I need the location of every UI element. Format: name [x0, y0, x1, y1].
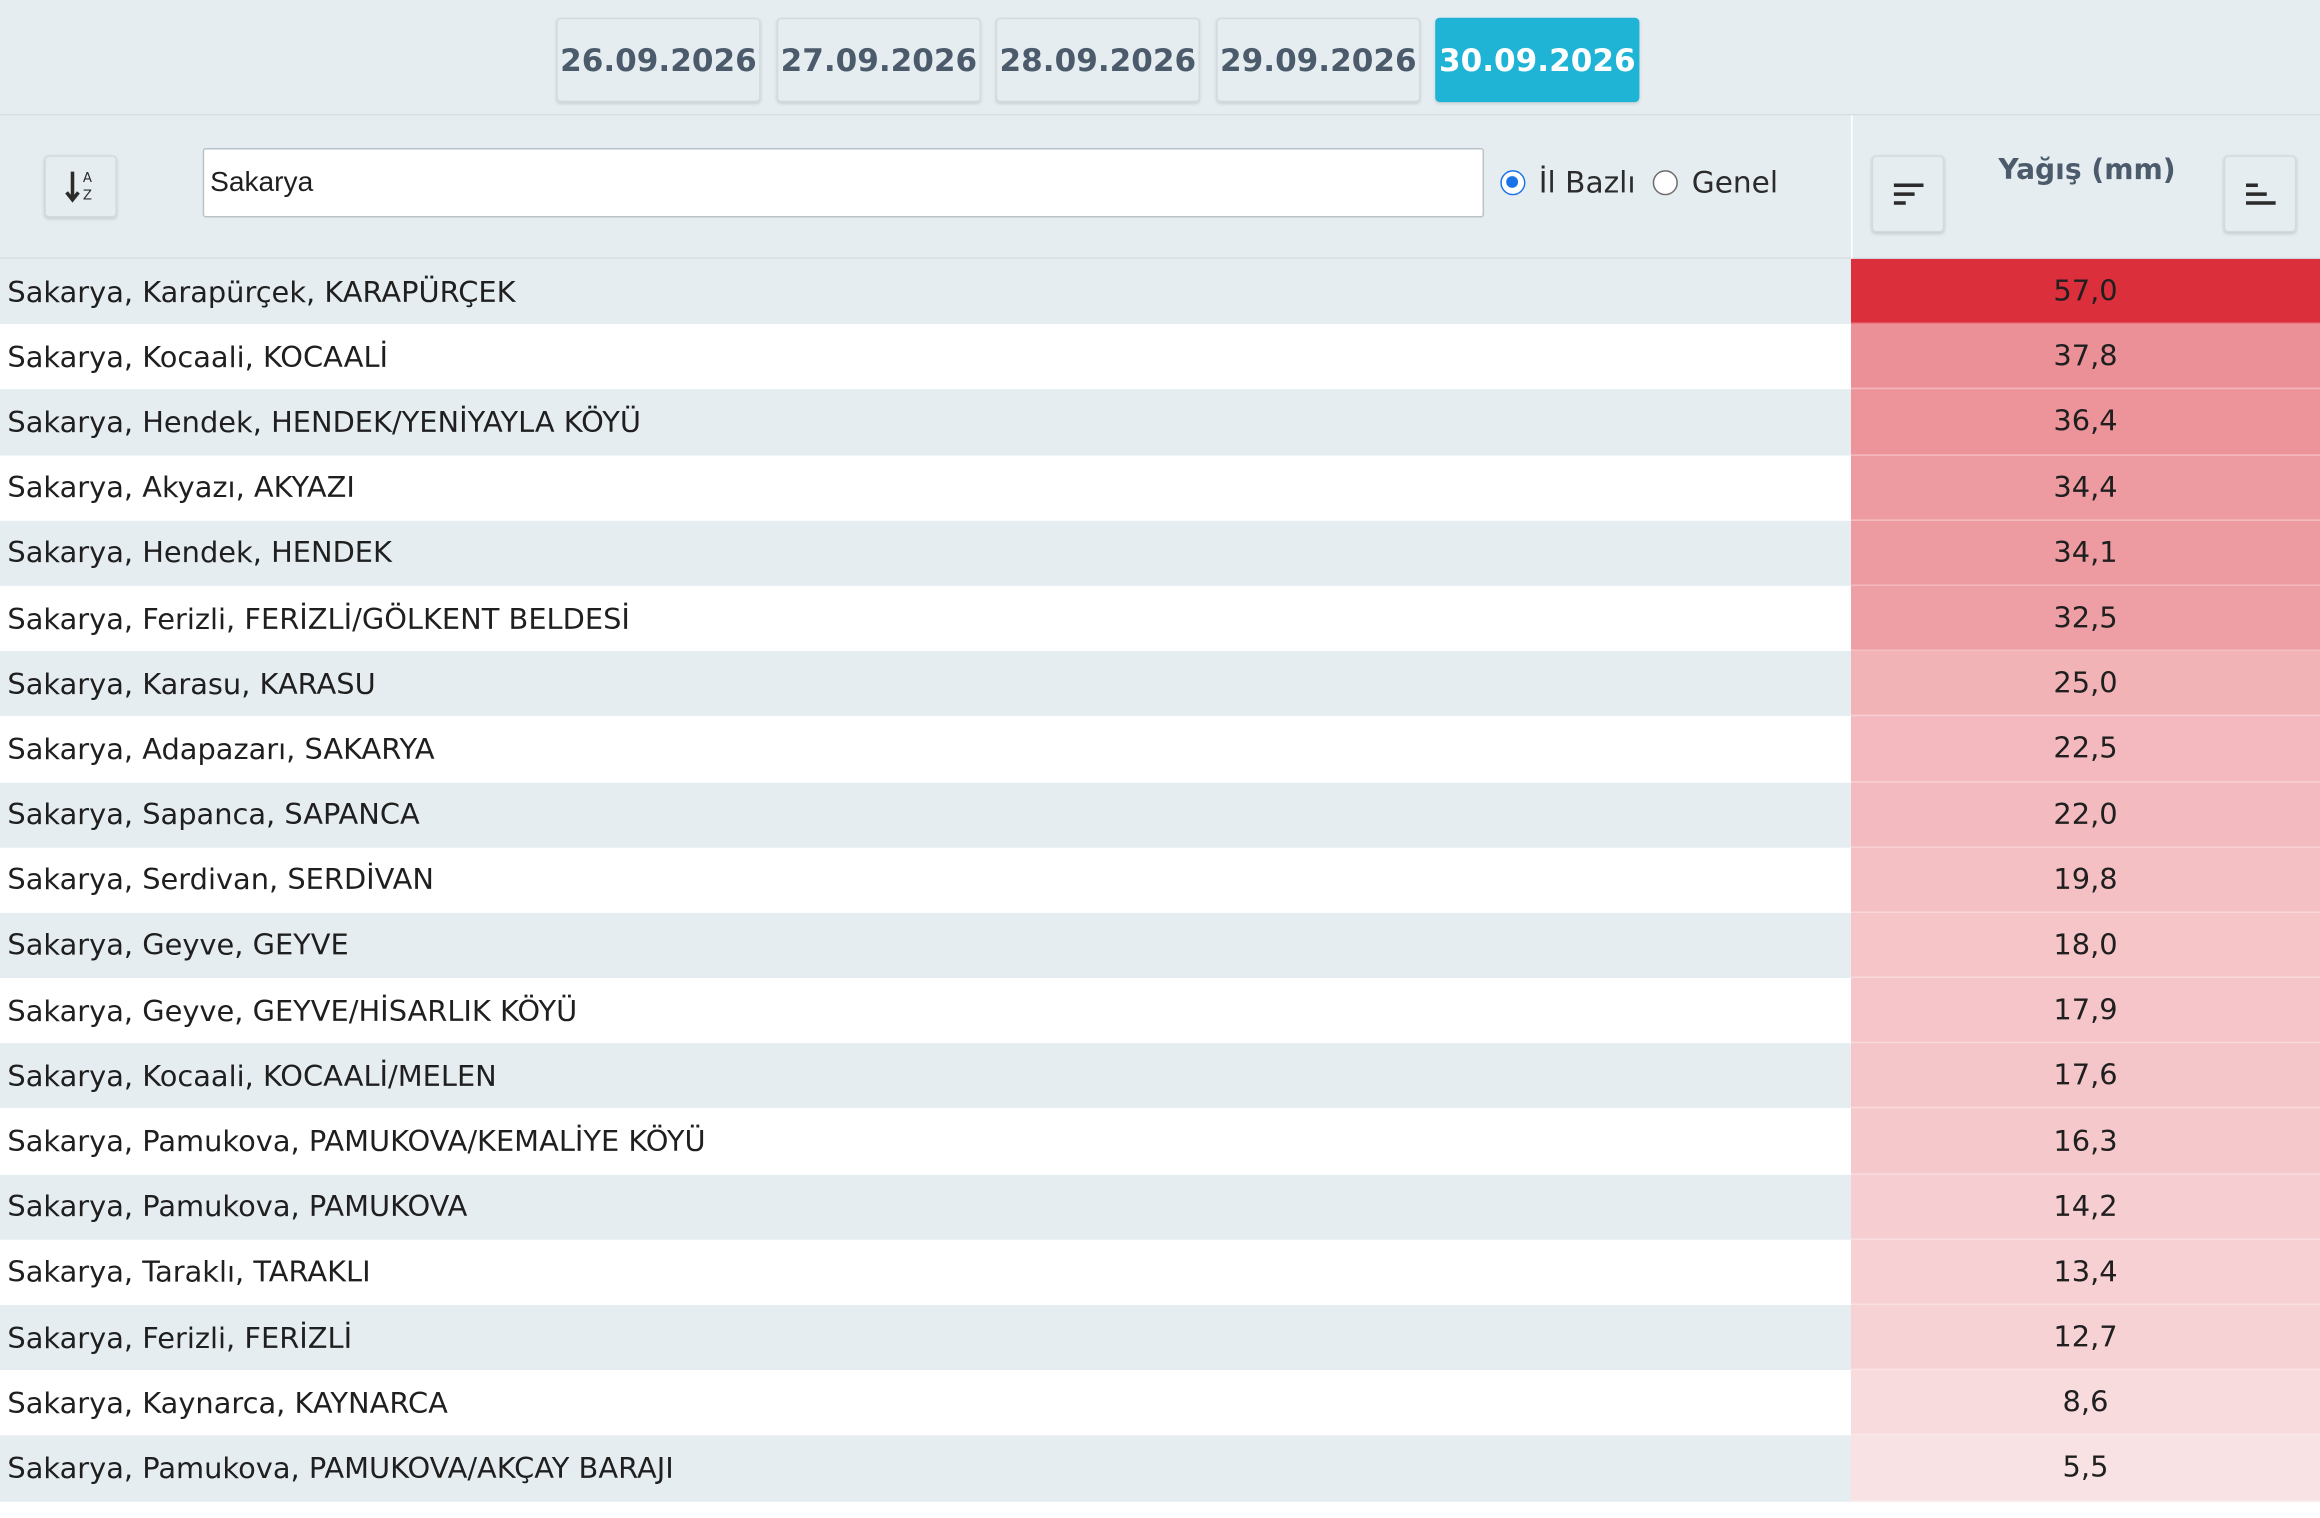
- rainfall-value-cell: 13,4: [1850, 1239, 2320, 1306]
- table-row[interactable]: Sakarya, Kaynarca, KAYNARCA 8,6: [0, 1370, 2320, 1436]
- sort-az-icon: A Z: [64, 171, 91, 204]
- rainfall-value-cell: 18,0: [1850, 912, 2320, 979]
- rainfall-value-cell: 22,0: [1850, 781, 2320, 848]
- rainfall-value-cell: 16,3: [1850, 1108, 2320, 1175]
- table-row[interactable]: Sakarya, Geyve, GEYVE 18,0: [0, 912, 2320, 979]
- radio-il-bazli-label[interactable]: İl Bazlı: [1539, 164, 1636, 200]
- station-name-cell: Sakarya, Pamukova, PAMUKOVA: [7, 1189, 468, 1224]
- svg-text:Z: Z: [82, 189, 91, 204]
- rainfall-value-cell: 25,0: [1850, 651, 2320, 717]
- station-name-cell: Sakarya, Karasu, KARASU: [7, 666, 376, 701]
- station-name-cell: Sakarya, Ferizli, FERİZLİ: [7, 1320, 353, 1355]
- rainfall-value-cell: 22,5: [1850, 716, 2320, 782]
- date-tab-2[interactable]: 27.09.2026: [776, 17, 981, 103]
- sort-ascending-button[interactable]: [2223, 155, 2297, 233]
- station-name-cell: Sakarya, Pamukova, PAMUKOVA/KEMALİYE KÖY…: [7, 1124, 706, 1159]
- scope-radio-group: İl Bazlı Genel: [1500, 160, 1796, 204]
- table-row[interactable]: Sakarya, Karasu, KARASU 25,0: [0, 651, 2320, 717]
- station-name-cell: Sakarya, Geyve, GEYVE: [7, 928, 349, 963]
- rainfall-value-cell: 12,7: [1850, 1305, 2320, 1371]
- station-name-cell: Sakarya, Akyazı, AKYAZI: [7, 470, 355, 505]
- table-row[interactable]: Sakarya, Pamukova, PAMUKOVA/AKÇAY BARAJI…: [0, 1435, 2320, 1502]
- rainfall-value-cell: 14,2: [1850, 1174, 2320, 1240]
- table-row[interactable]: Sakarya, Hendek, HENDEK 34,1: [0, 520, 2320, 586]
- date-tabs-bar: 26.09.2026 27.09.2026 28.09.2026 29.09.2…: [0, 0, 2320, 116]
- rainfall-value-cell: 8,6: [1850, 1370, 2320, 1436]
- rainfall-value-cell: 17,6: [1850, 1043, 2320, 1109]
- rainfall-value-cell: 57,0: [1850, 258, 2320, 325]
- table-row[interactable]: Sakarya, Pamukova, PAMUKOVA 14,2: [0, 1174, 2320, 1240]
- rainfall-value-cell: 17,9: [1850, 978, 2320, 1044]
- rainfall-value-cell: 5,5: [1850, 1435, 2320, 1502]
- station-name-cell: Sakarya, Geyve, GEYVE/HİSARLIK KÖYÜ: [7, 993, 578, 1028]
- rainfall-table: Sakarya, Karapürçek, KARAPÜRÇEK 57,0 Sakar…: [0, 258, 2320, 1502]
- table-row[interactable]: Sakarya, Pamukova, PAMUKOVA/KEMALİYE KÖY…: [0, 1108, 2320, 1175]
- station-name-cell: Sakarya, Taraklı, TARAKLI: [7, 1255, 371, 1290]
- radio-genel-label[interactable]: Genel: [1692, 164, 1778, 200]
- rainfall-value-cell: 32,5: [1850, 585, 2320, 652]
- rainfall-value-cell: 19,8: [1850, 847, 2320, 913]
- search-input[interactable]: [202, 147, 1485, 218]
- svg-text:A: A: [82, 171, 91, 186]
- station-name-cell: Sakarya, Hendek, HENDEK/YENİYAYLA KÖYÜ: [7, 405, 642, 440]
- table-row[interactable]: Sakarya, Akyazı, AKYAZI 34,4: [0, 455, 2320, 521]
- rainfall-value-cell: 34,1: [1850, 520, 2320, 586]
- value-column-header: Yağış (mm): [1850, 115, 2320, 259]
- table-row[interactable]: Sakarya, Karapürçek, KARAPÜRÇEK 57,0: [0, 258, 2320, 325]
- station-name-cell: Sakarya, Pamukova, PAMUKOVA/AKÇAY BARAJI: [7, 1451, 674, 1486]
- station-name-cell: Sakarya, Karapürçek, KARAPÜRÇEK: [7, 274, 516, 309]
- station-name-cell: Sakarya, Hendek, HENDEK: [7, 536, 392, 571]
- table-row[interactable]: Sakarya, Adapazarı, SAKARYA 22,5: [0, 716, 2320, 782]
- date-tab-4[interactable]: 29.09.2026: [1216, 17, 1421, 103]
- page: 26.09.2026 27.09.2026 28.09.2026 29.09.2…: [0, 0, 2320, 1503]
- sort-ascending-icon: [2245, 183, 2275, 205]
- station-name-cell: Sakarya, Kocaali, KOCAALİ: [7, 339, 389, 375]
- table-row[interactable]: Sakarya, Geyve, GEYVE/HİSARLIK KÖYÜ 17,9: [0, 978, 2320, 1044]
- rainfall-value-cell: 36,4: [1850, 389, 2320, 456]
- table-row[interactable]: Sakarya, Hendek, HENDEK/YENİYAYLA KÖYÜ 36…: [0, 389, 2320, 456]
- table-row[interactable]: Sakarya, Ferizli, FERİZLİ/GÖLKENT BELDES…: [0, 585, 2320, 652]
- sort-alphabetical-button[interactable]: A Z: [44, 155, 117, 218]
- date-tab-1[interactable]: 26.09.2026: [556, 17, 761, 103]
- table-row[interactable]: Sakarya, Sapanca, SAPANCA 22,0: [0, 781, 2320, 848]
- radio-il-bazli[interactable]: [1500, 169, 1526, 195]
- table-row[interactable]: Sakarya, Taraklı, TARAKLI 13,4: [0, 1239, 2320, 1306]
- filter-header-row: A Z İl Bazlı Genel Yağış (mm): [0, 115, 2320, 259]
- station-name-cell: Sakarya, Kocaali, KOCAALİ/MELEN: [7, 1059, 497, 1094]
- table-row[interactable]: Sakarya, Kocaali, KOCAALİ/MELEN 17,6: [0, 1043, 2320, 1109]
- station-name-cell: Sakarya, Adapazarı, SAKARYA: [7, 732, 435, 767]
- station-name-cell: Sakarya, Kaynarca, KAYNARCA: [7, 1386, 448, 1421]
- date-tab-3[interactable]: 28.09.2026: [995, 17, 1200, 103]
- rainfall-value-cell: 34,4: [1850, 455, 2320, 521]
- table-row[interactable]: Sakarya, Kocaali, KOCAALİ 37,8: [0, 324, 2320, 390]
- station-name-cell: Sakarya, Ferizli, FERİZLİ/GÖLKENT BELDES…: [7, 601, 630, 636]
- table-row[interactable]: Sakarya, Serdivan, SERDİVAN 19,8: [0, 847, 2320, 913]
- station-name-cell: Sakarya, Sapanca, SAPANCA: [7, 797, 420, 832]
- radio-genel[interactable]: [1653, 169, 1679, 195]
- table-row[interactable]: Sakarya, Ferizli, FERİZLİ 12,7: [0, 1305, 2320, 1371]
- rainfall-value-cell: 37,8: [1850, 324, 2320, 390]
- date-tab-5-active[interactable]: 30.09.2026: [1435, 17, 1640, 103]
- station-name-cell: Sakarya, Serdivan, SERDİVAN: [7, 863, 434, 898]
